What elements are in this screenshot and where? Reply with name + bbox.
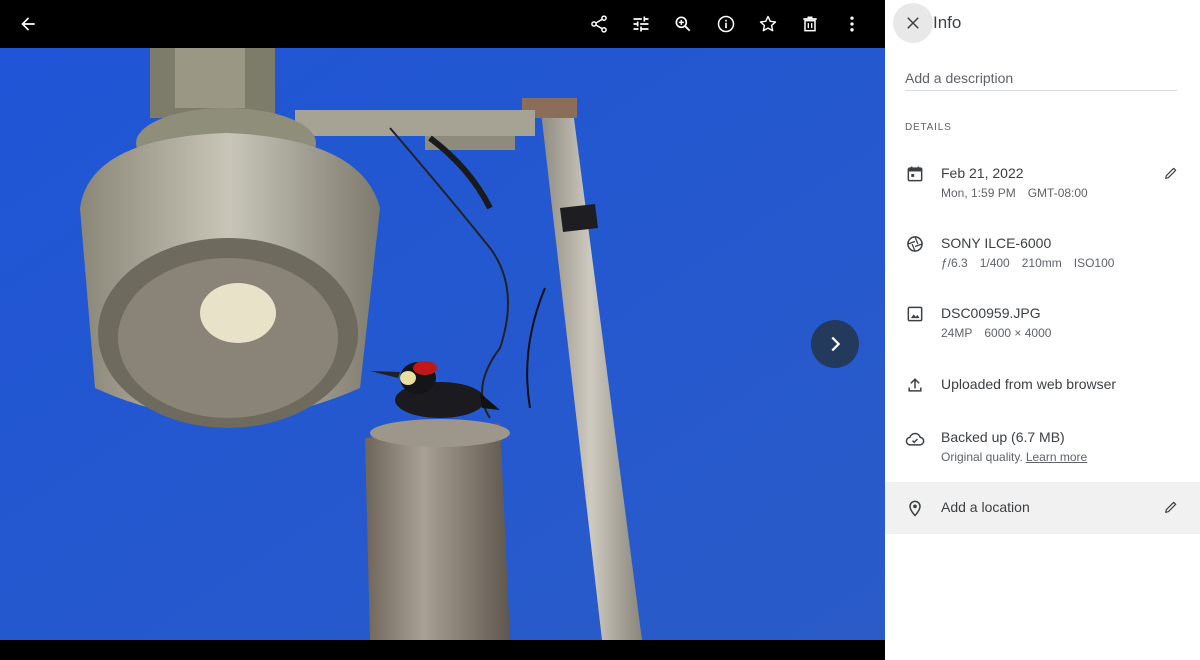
share-button[interactable]	[579, 4, 619, 44]
share-icon	[591, 15, 607, 33]
more-vert-icon	[850, 16, 854, 32]
back-button[interactable]	[8, 4, 48, 44]
star-icon	[759, 15, 777, 32]
file-info: 24MP 6000 × 4000	[941, 326, 1063, 340]
edit-date-button[interactable]	[1163, 165, 1181, 183]
cloud-done-icon	[905, 429, 925, 449]
chevron-right-icon	[831, 336, 841, 352]
day-time: Mon, 1:59 PM	[941, 186, 1016, 200]
panel-title: Info	[933, 13, 962, 32]
photo-image	[0, 48, 885, 640]
aperture: ƒ/6.3	[941, 256, 968, 270]
details-heading: DETAILS	[905, 122, 952, 133]
file-name: DSC00959.JPG	[941, 305, 1041, 321]
location-row[interactable]: Add a location	[885, 482, 1200, 534]
quality-text: Original quality.	[941, 450, 1023, 464]
pencil-icon	[1165, 167, 1177, 179]
close-icon	[907, 17, 919, 29]
upload-row: Uploaded from web browser	[885, 372, 1200, 402]
next-photo-button[interactable]	[811, 320, 859, 368]
close-info-button[interactable]	[893, 3, 933, 43]
zoom-in-icon	[675, 16, 691, 32]
calendar-icon	[905, 164, 925, 184]
upload-text: Uploaded from web browser	[941, 376, 1117, 392]
focal-length: 210mm	[1021, 256, 1062, 270]
camera-row: SONY ILCE-6000 ƒ/6.3 1/400 210mm ISO100	[885, 230, 1200, 280]
photo-toolbar	[0, 0, 885, 48]
description-field[interactable]: Add a description	[905, 70, 1177, 91]
favorite-button[interactable]	[748, 4, 788, 44]
delete-icon	[803, 16, 817, 32]
learn-more-link[interactable]: Learn more	[1026, 450, 1087, 464]
backup-row: Backed up (6.7 MB) Original quality. Lear…	[885, 425, 1200, 475]
date-text: Feb 21, 2022	[941, 165, 1024, 181]
backup-quality: Original quality. Learn more	[941, 450, 1099, 464]
backup-text: Backed up (6.7 MB)	[941, 429, 1065, 445]
delete-button[interactable]	[790, 4, 830, 44]
camera-settings: ƒ/6.3 1/400 210mm ISO100	[941, 256, 1126, 270]
photo-viewer	[0, 0, 885, 660]
file-row: DSC00959.JPG 24MP 6000 × 4000	[885, 300, 1200, 350]
iso: ISO100	[1073, 256, 1115, 270]
info-button[interactable]	[706, 4, 746, 44]
zoom-button[interactable]	[663, 4, 703, 44]
edit-button[interactable]	[621, 4, 661, 44]
edit-location-button[interactable]	[1163, 499, 1181, 517]
info-icon	[717, 15, 735, 33]
resolution: 6000 × 4000	[984, 326, 1052, 340]
date-subtext: Mon, 1:59 PM GMT-08:00	[941, 186, 1100, 200]
timezone: GMT-08:00	[1027, 186, 1088, 200]
pencil-icon	[1165, 501, 1177, 513]
date-row: Feb 21, 2022 Mon, 1:59 PM GMT-08:00	[885, 160, 1200, 210]
info-panel: Info Add a description DETAILS Feb 21, 2…	[885, 0, 1200, 660]
image-icon	[905, 304, 925, 324]
add-location-link[interactable]: Add a location	[941, 499, 1030, 515]
location-row-content: Add a location	[885, 482, 1200, 534]
back-arrow-icon	[21, 17, 35, 31]
aperture-icon	[905, 234, 925, 254]
shutter: 1/400	[979, 256, 1010, 270]
bottom-bar	[0, 640, 885, 660]
location-pin-icon	[905, 498, 925, 518]
more-options-button[interactable]	[832, 4, 872, 44]
upload-icon	[905, 375, 925, 395]
edit-tune-icon	[633, 16, 649, 32]
camera-model: SONY ILCE-6000	[941, 235, 1052, 251]
description-placeholder: Add a description	[905, 70, 1014, 86]
megapixels: 24MP	[941, 326, 973, 340]
